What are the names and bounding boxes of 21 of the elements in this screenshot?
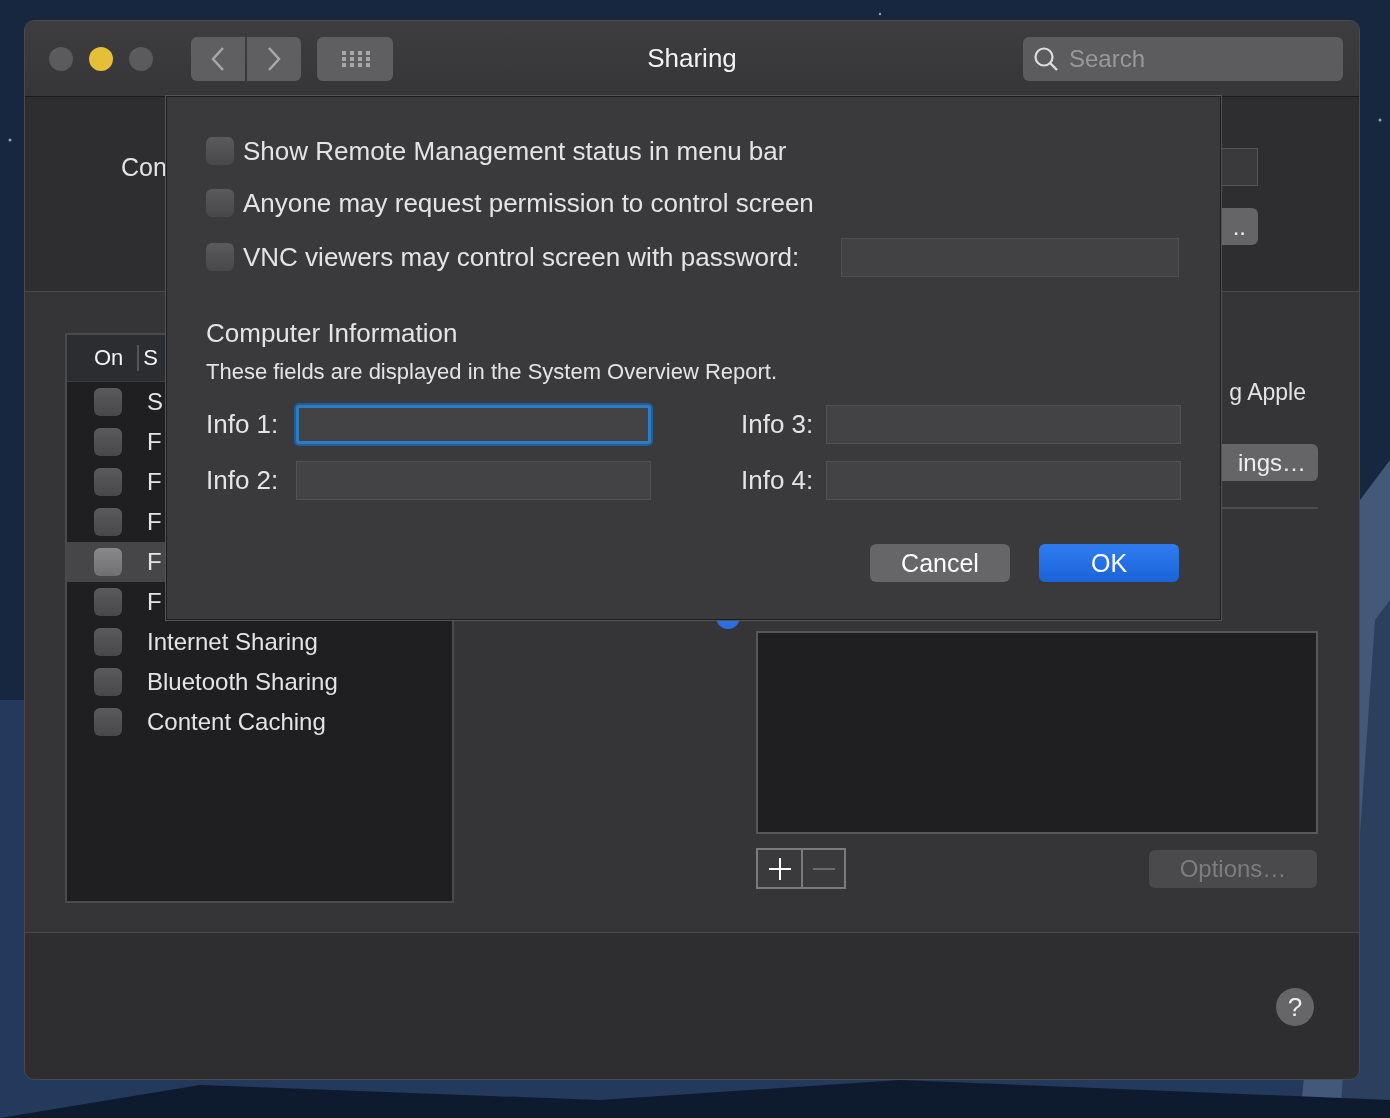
service-name: F: [147, 548, 162, 576]
service-name: S: [147, 388, 163, 416]
info-label: Info 3:: [741, 409, 814, 440]
service-name: F: [147, 508, 162, 536]
service-name: F: [147, 428, 162, 456]
computer-name-label: Con: [121, 153, 167, 183]
service-name: F: [147, 588, 162, 616]
service-name: Bluetooth Sharing: [147, 668, 338, 696]
checkbox-label: VNC viewers may control screen with password:: [243, 241, 800, 273]
section-heading: Computer Information: [206, 318, 459, 349]
info-label: Info 4:: [741, 465, 814, 496]
info-label: Info 1:: [206, 409, 279, 440]
description-text: g Apple: [1229, 379, 1306, 406]
service-name: F: [147, 468, 162, 496]
section-note: These fields are displayed in the System Overview Report.: [206, 359, 779, 385]
checkbox-label: Anyone may request permission to control screen: [243, 187, 814, 219]
window-title: Sharing: [647, 43, 737, 74]
service-name: Internet Sharing: [147, 628, 318, 656]
info-label: Info 2:: [206, 465, 279, 496]
service-name: Content Caching: [147, 708, 326, 736]
checkbox-label: Show Remote Management status in menu bar: [243, 135, 787, 167]
